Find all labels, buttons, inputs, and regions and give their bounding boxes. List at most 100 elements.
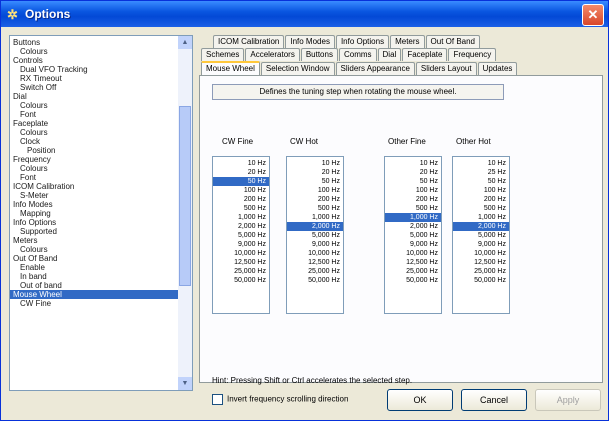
list-item[interactable]: 1,000 Hz xyxy=(453,213,509,222)
list-item[interactable]: 10,000 Hz xyxy=(453,249,509,258)
tree-item[interactable]: Faceplate xyxy=(10,119,178,128)
list-item[interactable]: 20 Hz xyxy=(385,168,441,177)
tab[interactable]: Frequency xyxy=(448,48,497,61)
list-item[interactable]: 9,000 Hz xyxy=(453,240,509,249)
tree-item[interactable]: ICOM Calibration xyxy=(10,182,178,191)
tab[interactable]: Selection Window xyxy=(260,62,335,75)
cancel-button[interactable]: Cancel xyxy=(461,389,527,411)
list-item[interactable]: 9,000 Hz xyxy=(213,240,269,249)
list-item[interactable]: 2,000 Hz xyxy=(453,222,509,231)
tree-item[interactable]: Enable xyxy=(10,263,178,272)
tab[interactable]: Info Modes xyxy=(285,35,335,48)
apply-button[interactable]: Apply xyxy=(535,389,601,411)
list-item[interactable]: 50,000 Hz xyxy=(453,276,509,285)
tree-item[interactable]: Info Options xyxy=(10,218,178,227)
invert-checkbox[interactable] xyxy=(212,394,223,405)
tree-item[interactable]: Mapping xyxy=(10,209,178,218)
list-item[interactable]: 200 Hz xyxy=(213,195,269,204)
tree-item[interactable]: RX Timeout xyxy=(10,74,178,83)
scroll-thumb[interactable] xyxy=(179,106,191,286)
tree-item[interactable]: Supported xyxy=(10,227,178,236)
list-item[interactable]: 10 Hz xyxy=(385,159,441,168)
list-item[interactable]: 10 Hz xyxy=(287,159,343,168)
tree-item[interactable]: Colours xyxy=(10,128,178,137)
tab[interactable]: Dial xyxy=(377,48,402,61)
ok-button[interactable]: OK xyxy=(387,389,453,411)
cw-hot-list[interactable]: 10 Hz 20 Hz 50 Hz 100 Hz 200 Hz 500 Hz 1,000 H… xyxy=(286,156,344,314)
tree-item[interactable]: Colours xyxy=(10,47,178,56)
tree-item[interactable]: Font xyxy=(10,110,178,119)
options-tree[interactable]: Buttons Colours Controls Dual VFO Tracking R… xyxy=(9,35,193,391)
list-item[interactable]: 25,000 Hz xyxy=(453,267,509,276)
list-item[interactable]: 500 Hz xyxy=(453,204,509,213)
cw-fine-list[interactable]: 10 Hz 20 Hz 50 Hz 100 Hz 200 Hz 500 Hz 1,000 H… xyxy=(212,156,270,314)
tree-item[interactable]: Colours xyxy=(10,164,178,173)
list-item[interactable]: 25,000 Hz xyxy=(385,267,441,276)
tab[interactable]: Accelerators xyxy=(245,48,300,61)
tree-item[interactable]: S-Meter xyxy=(10,191,178,200)
list-item[interactable]: 10 Hz xyxy=(453,159,509,168)
scroll-up-arrow-icon[interactable]: ▲ xyxy=(178,36,192,49)
list-item[interactable]: 12,500 Hz xyxy=(287,258,343,267)
list-item[interactable]: 50 Hz xyxy=(385,177,441,186)
title-bar[interactable]: ✲ Options ✕ xyxy=(1,1,608,27)
list-item[interactable]: 25 Hz xyxy=(453,168,509,177)
list-item[interactable]: 1,000 Hz xyxy=(287,213,343,222)
list-item[interactable]: 25,000 Hz xyxy=(287,267,343,276)
tree-item[interactable]: CW Fine xyxy=(10,299,178,308)
list-item[interactable]: 2,000 Hz xyxy=(213,222,269,231)
list-item[interactable]: 2,000 Hz xyxy=(287,222,343,231)
tab[interactable]: Faceplate xyxy=(402,48,448,61)
list-item[interactable]: 20 Hz xyxy=(287,168,343,177)
tree-item[interactable]: Font xyxy=(10,173,178,182)
list-item[interactable]: 100 Hz xyxy=(385,186,441,195)
list-item[interactable]: 50,000 Hz xyxy=(385,276,441,285)
list-item[interactable]: 200 Hz xyxy=(385,195,441,204)
tab[interactable]: Sliders Layout xyxy=(415,62,477,75)
tab[interactable]: Buttons xyxy=(300,48,338,61)
tree-item[interactable]: Mouse Wheel xyxy=(10,290,178,299)
list-item[interactable]: 100 Hz xyxy=(453,186,509,195)
tree-item[interactable]: Dual VFO Tracking xyxy=(10,65,178,74)
tree-item[interactable]: Clock xyxy=(10,137,178,146)
tree-item[interactable]: Frequency xyxy=(10,155,178,164)
list-item[interactable]: 500 Hz xyxy=(385,204,441,213)
list-item[interactable]: 20 Hz xyxy=(213,168,269,177)
tab[interactable]: ICOM Calibration xyxy=(213,35,285,48)
tab[interactable]: Meters xyxy=(390,35,425,48)
tab[interactable]: Updates xyxy=(477,62,518,75)
list-item[interactable]: 10,000 Hz xyxy=(213,249,269,258)
list-item[interactable]: 50 Hz xyxy=(453,177,509,186)
tree-item[interactable]: Colours xyxy=(10,101,178,110)
list-item[interactable]: 100 Hz xyxy=(213,186,269,195)
tree-item[interactable]: Controls xyxy=(10,56,178,65)
tree-scrollbar[interactable]: ▲ ▼ xyxy=(178,36,192,390)
tree-item[interactable]: Out of band xyxy=(10,281,178,290)
tab[interactable]: Comms xyxy=(338,48,377,61)
list-item[interactable]: 500 Hz xyxy=(213,204,269,213)
list-item[interactable]: 100 Hz xyxy=(287,186,343,195)
scroll-down-arrow-icon[interactable]: ▼ xyxy=(178,377,192,390)
tree-item[interactable]: Info Modes xyxy=(10,200,178,209)
list-item[interactable]: 50 Hz xyxy=(213,177,269,186)
tree-item[interactable]: Switch Off xyxy=(10,83,178,92)
list-item[interactable]: 5,000 Hz xyxy=(213,231,269,240)
list-item[interactable]: 10,000 Hz xyxy=(385,249,441,258)
tab[interactable]: Info Options xyxy=(335,35,390,48)
tree-item[interactable]: Dial xyxy=(10,92,178,101)
invert-option[interactable]: Invert frequency scrolling direction xyxy=(212,394,348,405)
list-item[interactable]: 25,000 Hz xyxy=(213,267,269,276)
tree-item[interactable]: Position xyxy=(10,146,178,155)
tree-item[interactable]: Out Of Band xyxy=(10,254,178,263)
tree-item[interactable]: Colours xyxy=(10,245,178,254)
list-item[interactable]: 1,000 Hz xyxy=(213,213,269,222)
list-item[interactable]: 50,000 Hz xyxy=(287,276,343,285)
list-item[interactable]: 200 Hz xyxy=(453,195,509,204)
tree-item[interactable]: Buttons xyxy=(10,38,178,47)
list-item[interactable]: 10,000 Hz xyxy=(287,249,343,258)
other-fine-list[interactable]: 10 Hz 20 Hz 50 Hz 100 Hz 200 Hz 500 Hz 1,000 H… xyxy=(384,156,442,314)
list-item[interactable]: 5,000 Hz xyxy=(385,231,441,240)
list-item[interactable]: 500 Hz xyxy=(287,204,343,213)
list-item[interactable]: 50 Hz xyxy=(287,177,343,186)
list-item[interactable]: 5,000 Hz xyxy=(453,231,509,240)
